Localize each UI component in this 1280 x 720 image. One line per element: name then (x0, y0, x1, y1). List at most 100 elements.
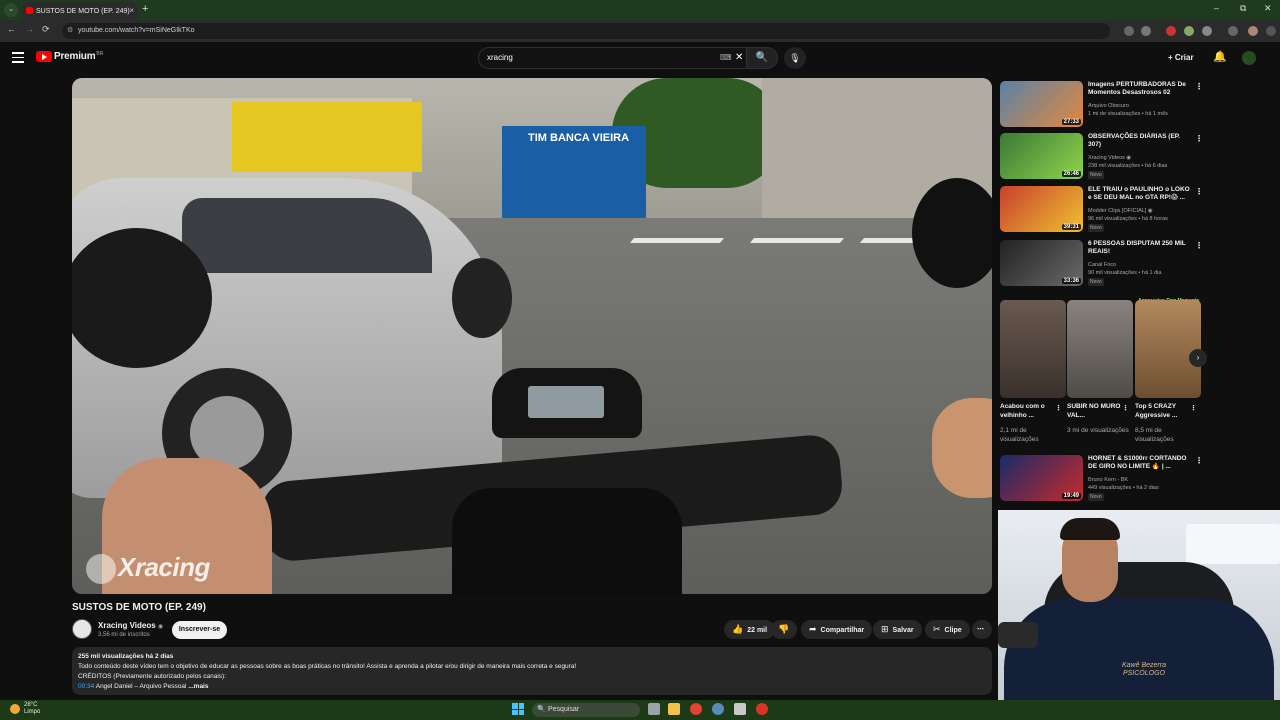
timestamp-link[interactable]: 00:34 (78, 683, 94, 690)
account-avatar[interactable] (1242, 51, 1256, 65)
youtube-premium-logo[interactable]: Premium BR (36, 51, 103, 62)
extension-icon[interactable] (1166, 26, 1176, 36)
more-options-icon[interactable]: ⋮ (1195, 82, 1203, 91)
clear-search-icon[interactable]: ✕ (735, 52, 743, 63)
bookmark-star-icon[interactable] (1141, 26, 1151, 36)
recommended-meta: 1 mi de visualizações • há 1 mês (1088, 111, 1168, 117)
calculator-icon[interactable] (734, 703, 746, 715)
search-box[interactable]: xracing ⌨ ✕ (478, 47, 748, 69)
dislike-button[interactable]: 👎 (771, 620, 797, 639)
description-box[interactable]: 255 mil visualizações há 2 dias Todo con… (72, 647, 992, 695)
more-actions-button[interactable]: ⋯ (972, 620, 992, 639)
recommended-video[interactable]: 26:46 OBSERVAÇÕES DIÁRIAS (EP. 307) Xrac… (1000, 133, 1205, 179)
webcam-person-body (1004, 598, 1274, 700)
address-bar[interactable]: ⚙ youtube.com/watch?v=mSiNeGIkTKo (62, 23, 1110, 39)
recommended-video[interactable]: 27:33 Imagens PERTURBADORAS De Momentos … (1000, 81, 1205, 127)
recommended-title[interactable]: OBSERVAÇÕES DIÁRIAS (EP. 307) (1088, 133, 1192, 149)
search-button[interactable]: 🔍 (746, 47, 778, 69)
chrome-icon[interactable] (690, 703, 702, 715)
extension-icon[interactable] (1184, 26, 1194, 36)
recommended-meta: 96 mil visualizações • há 8 horas (1088, 216, 1168, 222)
recommended-channel[interactable]: Xracing Videos ◉ (1088, 154, 1192, 162)
site-info-icon[interactable]: ⚙ (67, 23, 73, 39)
cast-icon[interactable] (1124, 26, 1134, 36)
channel-name[interactable]: Xracing Videos ◉ (98, 621, 163, 630)
forward-button[interactable]: → (25, 24, 34, 34)
video-thumbnail[interactable]: 39:31 (1000, 186, 1083, 232)
recommended-title[interactable]: HORNET & S1000rr CORTANDO DE GIRO NO LIM… (1088, 455, 1192, 471)
minimize-button[interactable]: – (1214, 3, 1219, 13)
recommended-channel[interactable]: Canal Foco (1088, 261, 1192, 269)
recommended-channel[interactable]: Arquivo Obscuro (1088, 102, 1192, 110)
video-frame-hand (932, 398, 992, 498)
recommended-channel[interactable]: Modder Clips [OFICIAL] ◉ (1088, 207, 1192, 215)
more-options-icon[interactable]: ⋮ (1195, 134, 1203, 143)
clip-button[interactable]: ✂ Clipe (925, 620, 970, 639)
channel-avatar[interactable] (72, 619, 92, 639)
file-explorer-icon[interactable] (668, 703, 680, 715)
show-more-link[interactable]: ...mais (186, 683, 208, 690)
app-icon[interactable] (756, 703, 768, 715)
video-thumbnail[interactable]: 19:49 (1000, 455, 1083, 501)
description-line: 00:34 Angel Daniel – Arquivo Pessoal ...… (78, 682, 986, 692)
video-thumbnail[interactable]: 27:33 (1000, 81, 1083, 127)
subscribe-button[interactable]: Inscrever-se (172, 621, 227, 639)
video-title: SUSTOS DE MOTO (EP. 249) (72, 602, 206, 613)
recommended-title[interactable]: 6 PESSOAS DISPUTAM 250 MIL REAIS! (1088, 240, 1192, 256)
keyboard-icon[interactable]: ⌨ (720, 53, 732, 62)
new-badge: Novo (1088, 224, 1104, 232)
shorts-next-icon[interactable]: › (1189, 349, 1207, 367)
description-line: CRÉDITOS (Previamente autorizado pelos c… (78, 673, 226, 680)
new-badge: Novo (1088, 493, 1104, 501)
recommended-video[interactable]: 19:49 HORNET & S1000rr CORTANDO DE GIRO … (1000, 455, 1205, 501)
task-view-icon[interactable] (648, 703, 660, 715)
close-window-button[interactable]: ✕ (1264, 3, 1272, 14)
downloads-icon[interactable] (1228, 26, 1238, 36)
new-tab-button[interactable]: + (142, 3, 148, 15)
taskbar-search[interactable]: 🔍 Pesquisar (532, 703, 640, 717)
menu-hamburger-icon[interactable] (12, 52, 24, 63)
like-button[interactable]: 👍 22 mil (724, 620, 776, 639)
short-thumbnail[interactable] (1135, 300, 1201, 398)
recommended-title[interactable]: ELE TRAIU o PAULINHO o LOKO e SE DEU MAL… (1088, 186, 1192, 202)
recommended-meta: 449 visualizações • há 2 dias (1088, 485, 1159, 491)
recommended-video[interactable]: 39:31 ELE TRAIU o PAULINHO o LOKO e SE D… (1000, 186, 1205, 232)
browser-tab[interactable]: SUSTOS DE MOTO (EP. 249) × (22, 2, 138, 20)
recommended-channel[interactable]: Bruno Kern - BK (1088, 476, 1192, 484)
more-options-icon[interactable]: ⋮ (1195, 456, 1203, 465)
notifications-bell-icon[interactable]: 🔔 (1213, 50, 1227, 63)
save-button[interactable]: ⊞ Salvar (873, 620, 922, 639)
reload-button[interactable]: ⟳ (42, 24, 50, 35)
more-options-icon[interactable]: ⋮ (1122, 404, 1129, 412)
back-button[interactable]: ← (7, 24, 16, 34)
search-input[interactable]: xracing (487, 53, 513, 62)
kiosk-sign: TIM BANCA VIEIRA (528, 132, 630, 144)
profile-avatar[interactable] (1248, 26, 1258, 36)
more-options-icon[interactable]: ⋮ (1190, 404, 1197, 412)
crosswalk-stripe (749, 238, 845, 243)
share-button[interactable]: ➦ Compartilhar (801, 620, 873, 639)
extensions-puzzle-icon[interactable] (1202, 26, 1212, 36)
tab-search-button[interactable]: ⌄ (4, 3, 18, 17)
video-thumbnail[interactable]: 26:46 (1000, 133, 1083, 179)
plus-icon: + (1168, 53, 1173, 62)
settings-gear-icon[interactable] (712, 703, 724, 715)
recommended-video[interactable]: 33:36 6 PESSOAS DISPUTAM 250 MIL REAIS! … (1000, 240, 1205, 286)
more-options-icon[interactable]: ⋮ (1055, 404, 1062, 412)
windows-start-icon[interactable] (512, 703, 524, 715)
more-options-icon[interactable]: ⋮ (1195, 241, 1203, 250)
create-button[interactable]: + Criar (1162, 49, 1200, 67)
recommended-title[interactable]: Imagens PERTURBADORAS De Momentos Desast… (1088, 81, 1192, 97)
voice-search-icon[interactable]: 🎙 (784, 47, 806, 69)
browser-menu-icon[interactable] (1266, 26, 1276, 36)
short-thumbnail[interactable] (1067, 300, 1133, 398)
more-options-icon[interactable]: ⋮ (1195, 187, 1203, 196)
duration-badge: 26:46 (1061, 171, 1081, 177)
maximize-button[interactable]: ⧉ (1240, 3, 1246, 14)
youtube-play-icon (36, 51, 52, 62)
webcam-person-hair (1060, 518, 1120, 540)
video-thumbnail[interactable]: 33:36 (1000, 240, 1083, 286)
tab-close-icon[interactable]: × (129, 6, 134, 15)
video-player[interactable]: TIM BANCA VIEIRA Xracing (72, 78, 992, 594)
short-thumbnail[interactable] (1000, 300, 1066, 398)
